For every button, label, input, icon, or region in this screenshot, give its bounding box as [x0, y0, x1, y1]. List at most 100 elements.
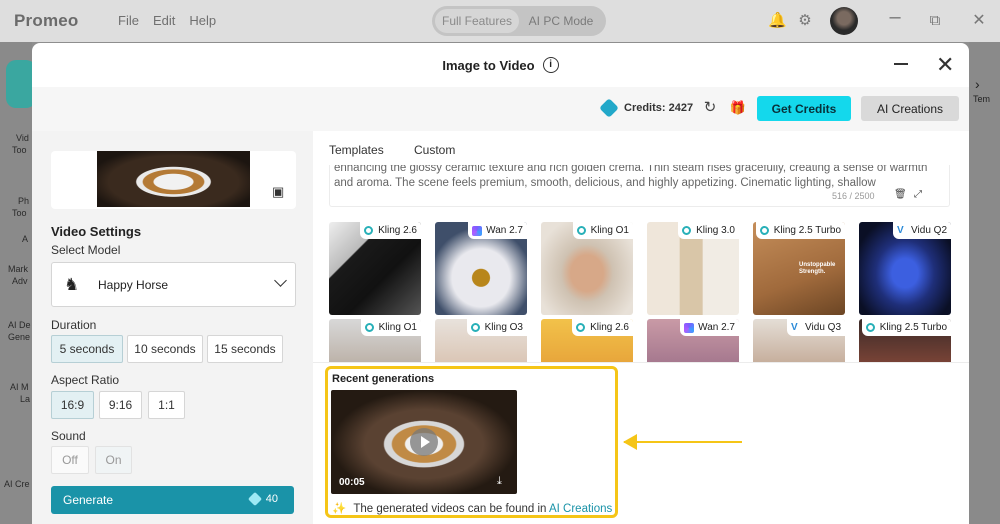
credits-display: Credits: 2427 — [599, 98, 693, 118]
menu-help[interactable]: Help — [189, 13, 216, 28]
sidebar-label: Gene — [8, 332, 31, 342]
ai-creations-link[interactable]: AI Creations — [549, 503, 612, 515]
model-tag: V Vidu Q2 — [893, 222, 951, 239]
get-credits-button[interactable]: Get Credits — [757, 96, 851, 121]
tab-custom[interactable]: Custom — [414, 143, 455, 157]
trash-icon[interactable]: 🗑 — [894, 189, 907, 200]
sound-off[interactable]: Off — [51, 446, 89, 474]
app-logo: Promeo — [14, 11, 79, 30]
generate-button[interactable]: Generate 40 — [51, 486, 294, 514]
avatar[interactable] — [830, 7, 858, 35]
dialog-title: Image to Video — [442, 57, 535, 73]
duration-15s[interactable]: 15 seconds — [207, 335, 283, 363]
recent-generations: Recent generations 00:05 ⤓ ✨ The generat… — [325, 366, 618, 518]
gift-icon[interactable]: 🎁 — [729, 99, 747, 117]
bell-icon[interactable]: 🔔 — [768, 12, 787, 30]
template-card[interactable]: Kling O1 — [329, 319, 421, 362]
app-titlebar: Promeo File Edit Help Full Features AI P… — [0, 0, 1000, 42]
sidebar-label: Too — [12, 145, 27, 155]
model-tag: Kling 2.5 Turbo — [861, 319, 951, 336]
sidebar-label: AI De — [8, 320, 31, 330]
sidebar-label: Adv — [12, 276, 28, 286]
refresh-icon[interactable]: ↻ — [701, 99, 719, 117]
gear-icon[interactable]: ⚙ — [796, 12, 814, 30]
info-icon[interactable]: i — [542, 57, 559, 73]
model-value: Happy Horse — [98, 277, 169, 292]
template-card[interactable]: Kling O1 — [541, 222, 633, 315]
sound-on[interactable]: On — [95, 446, 132, 474]
sound-label: Sound — [51, 429, 86, 443]
template-card[interactable]: Wan 2.7 — [435, 222, 527, 315]
aspect-16-9[interactable]: 16:9 — [51, 391, 94, 419]
sidebar-label: Mark — [8, 264, 28, 274]
credits-gem-icon — [247, 491, 262, 507]
credits-gem-icon — [599, 98, 619, 118]
template-card[interactable]: Kling 2.5 Turbo Unstoppable Strength. — [753, 222, 845, 315]
menu-edit[interactable]: Edit — [153, 13, 175, 28]
sidebar-label: AI M — [10, 382, 29, 392]
duration-label: Duration — [51, 318, 97, 332]
image-to-video-dialog: Image to Video i ✕ Credits: 2427 ↻ 🎁 Get… — [32, 43, 969, 524]
model-tag: Kling O3 — [466, 319, 527, 336]
crop-icon[interactable]: ▣ — [272, 184, 284, 200]
sidebar-label: Too — [12, 208, 27, 218]
restore-icon[interactable]: ⧉ — [926, 12, 944, 30]
kling-icon — [576, 323, 586, 332]
source-image: ▣ — [51, 151, 296, 209]
generation-note: ✨ The generated videos can be found in A… — [332, 501, 612, 515]
kling-icon — [470, 323, 480, 332]
dialog-toolbar: Credits: 2427 ↻ 🎁 Get Credits AI Creatio… — [32, 87, 969, 131]
duration-5s[interactable]: 5 seconds — [51, 335, 123, 363]
mode-full-features[interactable]: Full Features — [435, 9, 519, 33]
template-card[interactable]: Kling 2.6 — [329, 222, 421, 315]
sidebar-label: Vid — [16, 133, 29, 143]
expand-icon[interactable]: ⤢ — [914, 189, 922, 200]
model-select[interactable]: ♞ Happy Horse — [51, 262, 296, 307]
coffee-image — [97, 151, 250, 207]
sidebar-label: La — [20, 394, 31, 404]
minimize-icon[interactable] — [894, 63, 908, 65]
download-icon[interactable]: ⤓ — [497, 475, 509, 487]
card-overlay-text: Unstoppable Strength. — [799, 262, 836, 275]
duration-10s[interactable]: 10 seconds — [127, 335, 203, 363]
wan-icon — [684, 323, 695, 333]
template-card[interactable]: Kling 3.0 — [647, 222, 739, 315]
model-tag: V Vidu Q3 — [787, 319, 845, 336]
minimize-icon[interactable]: – — [886, 7, 904, 27]
horse-icon: ♞ — [64, 274, 80, 294]
app-sidebar: Vid Too Ph Too A Mark Adv AI De Gene AI … — [0, 42, 36, 524]
template-card[interactable]: V Vidu Q3 — [753, 319, 845, 362]
model-tag: Kling 2.6 — [360, 222, 421, 239]
close-icon[interactable]: ✕ — [936, 53, 954, 77]
model-tag: Wan 2.7 — [680, 319, 739, 336]
menu-bar: File Edit Help — [118, 13, 216, 28]
aspect-1-1[interactable]: 1:1 — [148, 391, 185, 419]
chevron-right-icon[interactable]: › — [975, 76, 980, 92]
kling-icon — [682, 226, 692, 235]
video-settings-title: Video Settings — [51, 224, 142, 239]
template-card[interactable]: Kling O3 — [435, 319, 527, 362]
kling-icon — [364, 226, 374, 235]
mode-ai-pc[interactable]: AI PC Mode — [519, 9, 603, 33]
play-icon[interactable] — [410, 428, 438, 456]
aspect-9-16[interactable]: 9:16 — [99, 391, 142, 419]
menu-file[interactable]: File — [118, 13, 139, 28]
generated-video[interactable]: 00:05 ⤓ — [331, 390, 517, 494]
sidebar-label: AI Cre — [4, 479, 30, 489]
ai-creations-button[interactable]: AI Creations — [861, 96, 959, 121]
chevron-down-icon — [274, 274, 287, 287]
tab-templates[interactable]: Templates — [329, 143, 384, 157]
annotation-arrowhead — [623, 434, 637, 450]
note-text: The generated videos can be found in — [353, 503, 549, 515]
generate-cost-value: 40 — [265, 493, 278, 505]
app-right-panel: › Tem — [969, 42, 1000, 524]
template-panel: Templates Custom enhancing the glossy ce… — [313, 131, 969, 524]
template-card[interactable]: Kling 2.5 Turbo — [859, 319, 951, 362]
template-card[interactable]: Kling 2.6 — [541, 319, 633, 362]
close-icon[interactable]: ✕ — [970, 12, 988, 30]
template-card[interactable]: V Vidu Q2 — [859, 222, 951, 315]
section-divider — [313, 362, 969, 363]
sidebar-label: Ph — [18, 196, 30, 206]
template-card[interactable]: Wan 2.7 — [647, 319, 739, 362]
tab-bar: Templates Custom — [313, 131, 969, 169]
